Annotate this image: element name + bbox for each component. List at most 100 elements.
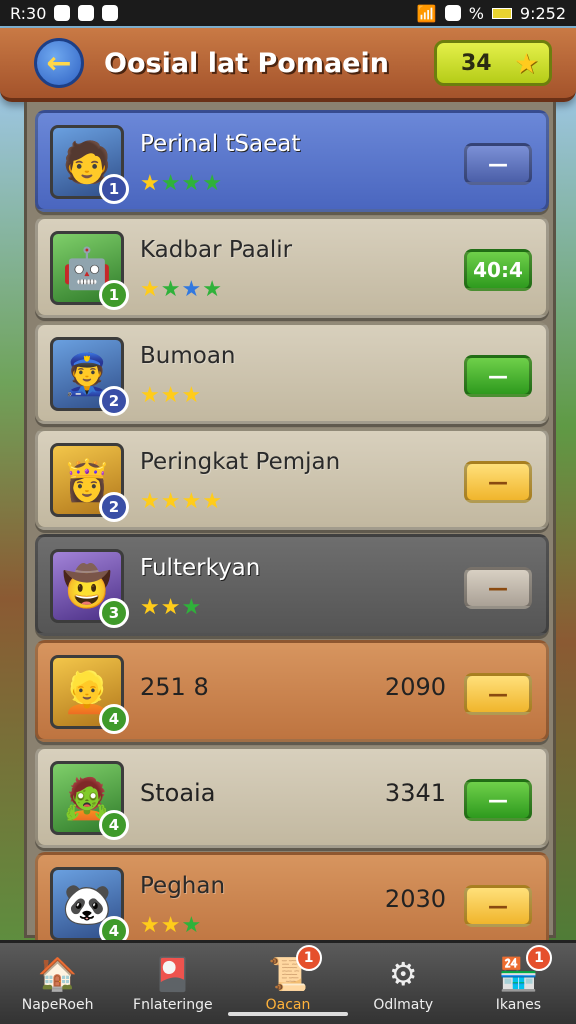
leaderboard-row[interactable]: 🤠 3 Fulterkyan ★★★ — [35,534,549,636]
player-name: Bumoan [140,343,236,369]
row-action-button[interactable]: 40:4 [464,249,532,291]
star-rating: ★★★★ [140,171,223,196]
card-icon: 🎴 [152,954,193,993]
nav-label: Oacan [265,996,311,1013]
star-rating: ★★★★ [140,489,223,514]
player-score: 2090 [384,673,446,701]
player-avatar: 👸 2 [50,443,129,522]
home-indicator [228,1012,348,1016]
arrow-left-icon: ← [46,45,72,81]
row-action-button[interactable]: — [464,673,532,715]
star-rating: ★★★★ [140,277,223,302]
star-icon: ★ [160,383,182,408]
player-name: Peringkat Pemjan [140,449,341,475]
leaderboard-row[interactable]: 🧑 1 Perinal tSaeat ★★★★ — [35,110,549,212]
star-rating: ★★★ [140,913,202,938]
star-icon: ★ [202,171,223,196]
gear-icon: ⚙ [388,954,418,993]
nav-item[interactable]: ⚙ Odlmaty [346,943,461,1024]
score-pill[interactable]: 34 ★ [434,40,552,86]
app-icon [78,5,95,21]
nav-label: Fnlateringe [133,996,213,1013]
star-icon: ★ [181,383,203,408]
page-title: Oosial lat Pomaein [104,47,389,79]
star-icon: ★ [181,595,203,620]
leaderboard-row[interactable]: 🤖 1 Kadbar Paalir ★★★★ 40:4 [35,216,549,318]
star-icon: ★ [513,46,539,80]
header: ← Oosial lat Pomaein 34 ★ [0,28,576,102]
star-icon: ★ [160,277,182,302]
leaderboard-row[interactable]: 🐼 4 Peghan ★★★ 2030— [35,852,549,954]
row-action-button[interactable]: — [464,461,532,503]
star-icon: ★ [181,277,203,302]
rank-badge: 1 [99,174,129,204]
star-icon: ★ [181,489,203,514]
star-rating: ★★★ [140,383,202,408]
notification-badge: 1 [295,945,322,971]
signal-icon [444,5,461,21]
rank-badge: 4 [99,704,129,734]
player-score: 2030 [384,885,446,913]
star-icon: ★ [140,913,161,938]
leaderboard-row[interactable]: 🧟 4 Stoaia 3341 — [35,746,549,848]
star-icon: ★ [160,913,182,938]
row-action-button[interactable]: — [464,143,532,185]
player-avatar: 🐼 4 [50,867,129,946]
leaderboard-row[interactable]: 👱 4 251 8 2090 — [35,640,549,742]
star-rating: ★★★ [140,595,202,620]
nav-item[interactable]: 🏪 Ikanes 1 [461,943,576,1024]
leaderboard-row[interactable]: 👮 2 Bumoan ★★★ — [35,322,549,424]
star-icon: ★ [202,489,223,514]
home-icon: 🏠 [37,954,78,993]
battery-icon [491,7,512,19]
nav-item[interactable]: 🏠 NapeRoeh [0,943,115,1024]
star-icon: ★ [181,171,203,196]
status-time-right: 9:252 [519,3,566,23]
player-name: Perinal tSaeat [140,131,301,157]
leaderboard-list: 🧑 1 Perinal tSaeat ★★★★ — 🤖 1 Kadbar Paalir ★★★★… [24,102,556,954]
star-icon: ★ [202,277,223,302]
rank-badge: 2 [99,386,129,416]
row-action-button[interactable]: — [464,567,532,609]
star-icon: ★ [140,595,161,620]
score-value: 34 [461,50,492,76]
rank-badge: 3 [99,598,129,628]
star-icon: ★ [160,489,182,514]
star-icon: ★ [181,913,203,938]
star-icon: ★ [140,383,161,408]
player-name: Stoaia [140,779,216,807]
star-icon: ★ [140,277,161,302]
leaderboard-row[interactable]: 👸 2 Peringkat Pemjan ★★★★ — [35,428,549,530]
player-avatar: 🧟 4 [50,761,129,840]
nav-item[interactable]: 🎴 Fnlateringe [115,943,230,1024]
notification-badge: 1 [526,945,553,971]
notification-icon [54,5,71,21]
player-avatar: 👮 2 [50,337,129,416]
player-name: Fulterkyan [140,555,261,581]
rank-badge: 2 [99,492,129,522]
battery-label: % [468,3,484,23]
star-icon: ★ [160,595,182,620]
player-name: 251 8 [140,673,209,701]
star-icon: ★ [160,171,182,196]
nav-label: Odlmaty [373,996,434,1013]
status-bar: R:30 📶 % 9:252 [0,0,576,26]
player-name: Kadbar Paalir [140,237,293,263]
player-avatar: 👱 4 [50,655,129,734]
nav-label: NapeRoeh [21,996,94,1013]
row-action-button[interactable]: — [464,779,532,821]
rank-badge: 1 [99,280,129,310]
player-avatar: 🧑 1 [50,125,129,204]
row-action-button[interactable]: — [464,885,532,927]
nav-label: Ikanes [495,996,542,1013]
wifi-icon: 📶 [416,3,437,23]
back-button[interactable]: ← [34,38,84,88]
player-name: Peghan [140,873,226,899]
status-time-left: R:30 [10,3,47,23]
star-icon: ★ [140,489,161,514]
row-action-button[interactable]: — [464,355,532,397]
player-avatar: 🤖 1 [50,231,129,310]
player-avatar: 🤠 3 [50,549,129,628]
rank-badge: 4 [99,810,129,840]
app-icon-2 [102,5,119,21]
